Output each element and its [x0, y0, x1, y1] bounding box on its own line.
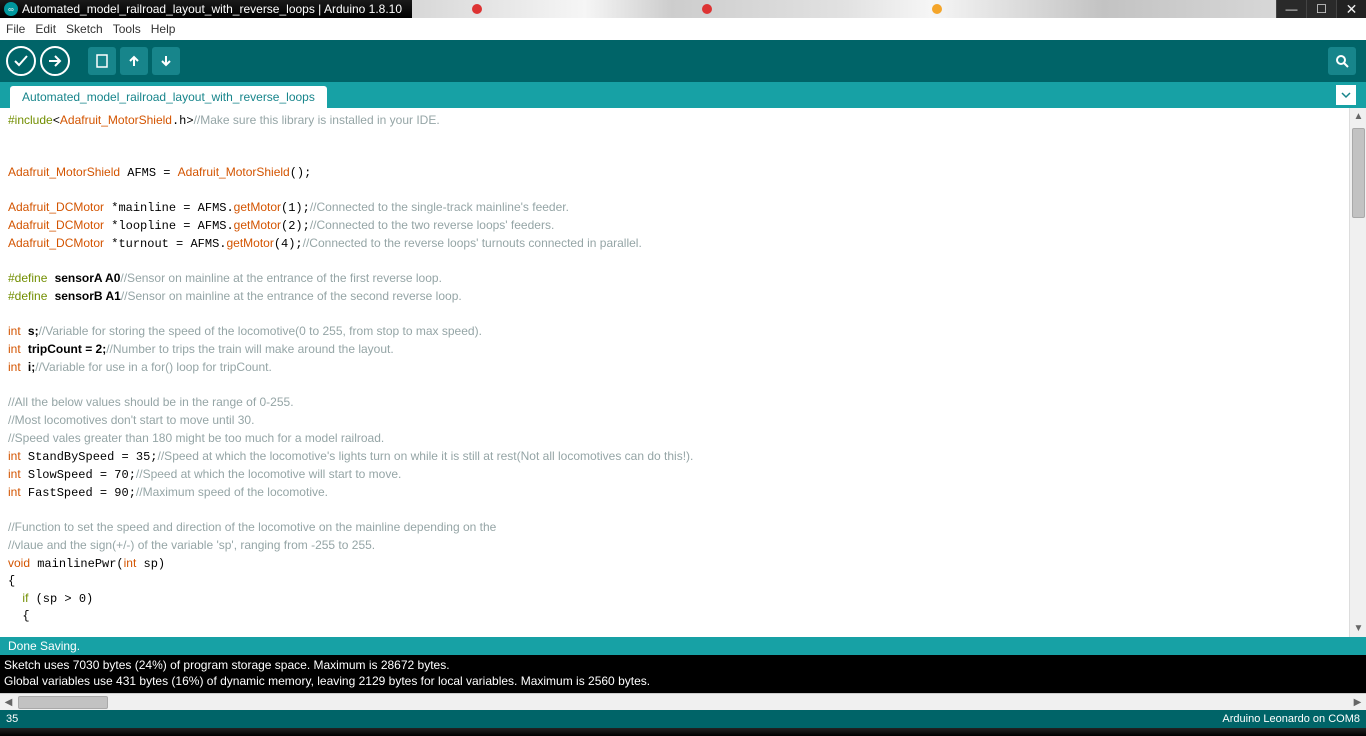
os-taskbar: [0, 728, 1366, 736]
window-titlebar: ∞ Automated_model_railroad_layout_with_r…: [0, 0, 1366, 18]
maximize-button[interactable]: ☐: [1306, 0, 1336, 18]
scroll-right-icon[interactable]: ▶: [1349, 694, 1366, 711]
sketch-tab[interactable]: Automated_model_railroad_layout_with_rev…: [10, 86, 327, 108]
code-editor[interactable]: #include<Adafruit_MotorShield.h>//Make s…: [0, 108, 1366, 637]
h-scrollbar-thumb[interactable]: [18, 696, 108, 709]
chevron-down-icon: [1341, 90, 1351, 100]
browser-tabs-background: [412, 0, 1276, 18]
minimize-button[interactable]: —: [1276, 0, 1306, 18]
window-controls: — ☐ ✕: [1276, 0, 1366, 18]
scrollbar-thumb[interactable]: [1352, 128, 1365, 218]
status-message: Done Saving.: [8, 639, 80, 653]
arrow-down-icon: [158, 53, 174, 69]
check-icon: [13, 53, 29, 69]
sketch-tabstrip: Automated_model_railroad_layout_with_rev…: [0, 82, 1366, 108]
close-button[interactable]: ✕: [1336, 0, 1366, 18]
footer-statusbar: 35 Arduino Leonardo on COM8: [0, 710, 1366, 728]
menu-tools[interactable]: Tools: [113, 22, 141, 36]
vertical-scrollbar[interactable]: ▲ ▼: [1349, 108, 1366, 637]
scrollbar-track[interactable]: [17, 694, 1349, 710]
menu-file[interactable]: File: [6, 22, 25, 36]
status-message-bar: Done Saving.: [0, 637, 1366, 655]
verify-button[interactable]: [6, 46, 36, 76]
menu-edit[interactable]: Edit: [35, 22, 56, 36]
toolbar: [0, 40, 1366, 82]
output-console[interactable]: Sketch uses 7030 bytes (24%) of program …: [0, 655, 1366, 693]
menu-bar: File Edit Sketch Tools Help: [0, 18, 1366, 40]
tab-menu-button[interactable]: [1336, 85, 1356, 105]
menu-help[interactable]: Help: [151, 22, 176, 36]
serial-monitor-button[interactable]: [1328, 47, 1356, 75]
open-sketch-button[interactable]: [120, 47, 148, 75]
upload-button[interactable]: [40, 46, 70, 76]
horizontal-scrollbar[interactable]: ◀ ▶: [0, 693, 1366, 710]
scroll-left-icon[interactable]: ◀: [0, 694, 17, 711]
board-port: Arduino Leonardo on COM8: [1222, 713, 1360, 725]
line-number: 35: [6, 713, 18, 725]
magnifier-icon: [1334, 53, 1350, 69]
new-sketch-button[interactable]: [88, 47, 116, 75]
scroll-down-icon[interactable]: ▼: [1352, 621, 1365, 636]
save-sketch-button[interactable]: [152, 47, 180, 75]
code-content[interactable]: #include<Adafruit_MotorShield.h>//Make s…: [0, 108, 1349, 637]
file-icon: [94, 53, 110, 69]
arrow-up-icon: [126, 53, 142, 69]
menu-sketch[interactable]: Sketch: [66, 22, 103, 36]
arrow-right-icon: [47, 53, 63, 69]
console-line-1: Sketch uses 7030 bytes (24%) of program …: [4, 658, 450, 672]
console-line-2: Global variables use 431 bytes (16%) of …: [4, 674, 650, 688]
window-title: Automated_model_railroad_layout_with_rev…: [22, 2, 402, 16]
arduino-icon: ∞: [4, 2, 18, 16]
scroll-up-icon[interactable]: ▲: [1352, 109, 1365, 124]
